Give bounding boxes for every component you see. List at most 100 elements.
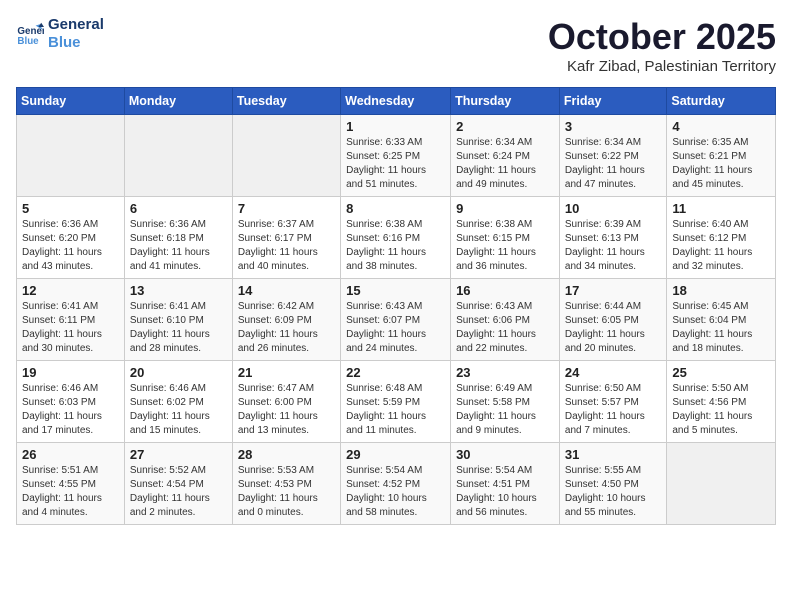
day-info: Sunrise: 6:41 AM Sunset: 6:10 PM Dayligh… (130, 300, 227, 356)
calendar-cell: 26 Sunrise: 5:51 AM Sunset: 4:55 PM Dayli… (17, 443, 125, 525)
day-info: Sunrise: 6:36 AM Sunset: 6:18 PM Dayligh… (130, 218, 227, 274)
day-number: 31 (565, 447, 661, 462)
day-number: 1 (346, 119, 445, 134)
day-number: 19 (22, 365, 119, 380)
calendar-cell: 23 Sunrise: 6:49 AM Sunset: 5:58 PM Dayli… (451, 361, 560, 443)
day-info: Sunrise: 5:51 AM Sunset: 4:55 PM Dayligh… (22, 464, 119, 520)
day-number: 24 (565, 365, 661, 380)
day-number: 7 (238, 201, 335, 216)
calendar-cell: 31Sunrise: 5:55 AM Sunset: 4:50 PM Dayli… (559, 443, 666, 525)
day-number: 27 (130, 447, 227, 462)
day-info: Sunrise: 6:46 AM Sunset: 6:03 PM Dayligh… (22, 382, 119, 438)
day-info: Sunrise: 6:43 AM Sunset: 6:07 PM Dayligh… (346, 300, 445, 356)
weekday-header-thursday: Thursday (451, 88, 560, 115)
day-info: Sunrise: 6:42 AM Sunset: 6:09 PM Dayligh… (238, 300, 335, 356)
day-info: Sunrise: 5:50 AM Sunset: 4:56 PM Dayligh… (672, 382, 770, 438)
day-info: Sunrise: 6:44 AM Sunset: 6:05 PM Dayligh… (565, 300, 661, 356)
day-number: 15 (346, 283, 445, 298)
calendar-cell: 6 Sunrise: 6:36 AM Sunset: 6:18 PM Daylig… (124, 197, 232, 279)
day-number: 2 (456, 119, 554, 134)
month-title: October 2025 (548, 16, 776, 58)
weekday-header-tuesday: Tuesday (232, 88, 340, 115)
calendar-cell: 16 Sunrise: 6:43 AM Sunset: 6:06 PM Dayli… (451, 279, 560, 361)
day-info: Sunrise: 6:35 AM Sunset: 6:21 PM Dayligh… (672, 136, 770, 192)
logo-line2: Blue (48, 34, 104, 52)
day-number: 23 (456, 365, 554, 380)
day-info: Sunrise: 6:40 AM Sunset: 6:12 PM Dayligh… (672, 218, 770, 274)
calendar-cell (17, 115, 125, 197)
day-number: 29 (346, 447, 445, 462)
day-info: Sunrise: 6:37 AM Sunset: 6:17 PM Dayligh… (238, 218, 335, 274)
title-area: October 2025 Kafr Zibad, Palestinian Ter… (548, 16, 776, 75)
day-info: Sunrise: 6:38 AM Sunset: 6:16 PM Dayligh… (346, 218, 445, 274)
calendar-cell: 25 Sunrise: 5:50 AM Sunset: 4:56 PM Dayli… (667, 361, 776, 443)
day-info: Sunrise: 6:49 AM Sunset: 5:58 PM Dayligh… (456, 382, 554, 438)
day-number: 21 (238, 365, 335, 380)
day-number: 16 (456, 283, 554, 298)
day-info: Sunrise: 6:39 AM Sunset: 6:13 PM Dayligh… (565, 218, 661, 274)
day-number: 12 (22, 283, 119, 298)
weekday-header-friday: Friday (559, 88, 666, 115)
calendar-cell: 28Sunrise: 5:53 AM Sunset: 4:53 PM Dayli… (232, 443, 340, 525)
day-number: 26 (22, 447, 119, 462)
location-title: Kafr Zibad, Palestinian Territory (548, 58, 776, 75)
calendar-cell: 5 Sunrise: 6:36 AM Sunset: 6:20 PM Daylig… (17, 197, 125, 279)
day-number: 10 (565, 201, 661, 216)
logo-icon: General Blue (16, 20, 44, 48)
calendar: SundayMondayTuesdayWednesdayThursdayFrid… (16, 87, 776, 525)
day-info: Sunrise: 5:54 AM Sunset: 4:51 PM Dayligh… (456, 464, 554, 520)
weekday-header-saturday: Saturday (667, 88, 776, 115)
day-number: 6 (130, 201, 227, 216)
calendar-cell: 2 Sunrise: 6:34 AM Sunset: 6:24 PM Daylig… (451, 115, 560, 197)
calendar-cell: 21 Sunrise: 6:47 AM Sunset: 6:00 PM Dayli… (232, 361, 340, 443)
day-number: 8 (346, 201, 445, 216)
calendar-cell (667, 443, 776, 525)
day-number: 14 (238, 283, 335, 298)
day-info: Sunrise: 6:50 AM Sunset: 5:57 PM Dayligh… (565, 382, 661, 438)
calendar-cell: 22Sunrise: 6:48 AM Sunset: 5:59 PM Dayli… (341, 361, 451, 443)
header: General Blue General Blue October 2025 K… (16, 16, 776, 75)
calendar-cell: 15 Sunrise: 6:43 AM Sunset: 6:07 PM Dayli… (341, 279, 451, 361)
weekday-header-monday: Monday (124, 88, 232, 115)
calendar-cell: 17 Sunrise: 6:44 AM Sunset: 6:05 PM Dayli… (559, 279, 666, 361)
day-info: Sunrise: 6:47 AM Sunset: 6:00 PM Dayligh… (238, 382, 335, 438)
day-number: 13 (130, 283, 227, 298)
day-number: 30 (456, 447, 554, 462)
day-number: 11 (672, 201, 770, 216)
day-number: 5 (22, 201, 119, 216)
day-number: 25 (672, 365, 770, 380)
calendar-cell: 3 Sunrise: 6:34 AM Sunset: 6:22 PM Daylig… (559, 115, 666, 197)
day-info: Sunrise: 6:46 AM Sunset: 6:02 PM Dayligh… (130, 382, 227, 438)
day-number: 20 (130, 365, 227, 380)
day-number: 9 (456, 201, 554, 216)
calendar-cell (232, 115, 340, 197)
day-info: Sunrise: 6:36 AM Sunset: 6:20 PM Dayligh… (22, 218, 119, 274)
calendar-cell: 11 Sunrise: 6:40 AM Sunset: 6:12 PM Dayli… (667, 197, 776, 279)
calendar-cell: 8 Sunrise: 6:38 AM Sunset: 6:16 PM Daylig… (341, 197, 451, 279)
calendar-cell: 20 Sunrise: 6:46 AM Sunset: 6:02 PM Dayli… (124, 361, 232, 443)
weekday-header-sunday: Sunday (17, 88, 125, 115)
day-number: 18 (672, 283, 770, 298)
day-info: Sunrise: 5:54 AM Sunset: 4:52 PM Dayligh… (346, 464, 445, 520)
calendar-cell (124, 115, 232, 197)
calendar-cell: 27Sunrise: 5:52 AM Sunset: 4:54 PM Dayli… (124, 443, 232, 525)
calendar-cell: 13 Sunrise: 6:41 AM Sunset: 6:10 PM Dayli… (124, 279, 232, 361)
day-number: 4 (672, 119, 770, 134)
day-number: 22 (346, 365, 445, 380)
calendar-cell: 1 Sunrise: 6:33 AM Sunset: 6:25 PM Daylig… (341, 115, 451, 197)
calendar-week-2: 5 Sunrise: 6:36 AM Sunset: 6:20 PM Daylig… (17, 197, 776, 279)
day-info: Sunrise: 6:33 AM Sunset: 6:25 PM Dayligh… (346, 136, 445, 192)
logo: General Blue General Blue (16, 16, 104, 52)
calendar-cell: 19 Sunrise: 6:46 AM Sunset: 6:03 PM Dayli… (17, 361, 125, 443)
day-info: Sunrise: 6:34 AM Sunset: 6:22 PM Dayligh… (565, 136, 661, 192)
day-info: Sunrise: 6:43 AM Sunset: 6:06 PM Dayligh… (456, 300, 554, 356)
day-info: Sunrise: 6:45 AM Sunset: 6:04 PM Dayligh… (672, 300, 770, 356)
calendar-cell: 4 Sunrise: 6:35 AM Sunset: 6:21 PM Daylig… (667, 115, 776, 197)
calendar-cell: 30 Sunrise: 5:54 AM Sunset: 4:51 PM Dayli… (451, 443, 560, 525)
day-number: 3 (565, 119, 661, 134)
calendar-cell: 29 Sunrise: 5:54 AM Sunset: 4:52 PM Dayli… (341, 443, 451, 525)
calendar-cell: 14 Sunrise: 6:42 AM Sunset: 6:09 PM Dayli… (232, 279, 340, 361)
day-info: Sunrise: 6:34 AM Sunset: 6:24 PM Dayligh… (456, 136, 554, 192)
day-number: 17 (565, 283, 661, 298)
calendar-week-1: 1 Sunrise: 6:33 AM Sunset: 6:25 PM Daylig… (17, 115, 776, 197)
